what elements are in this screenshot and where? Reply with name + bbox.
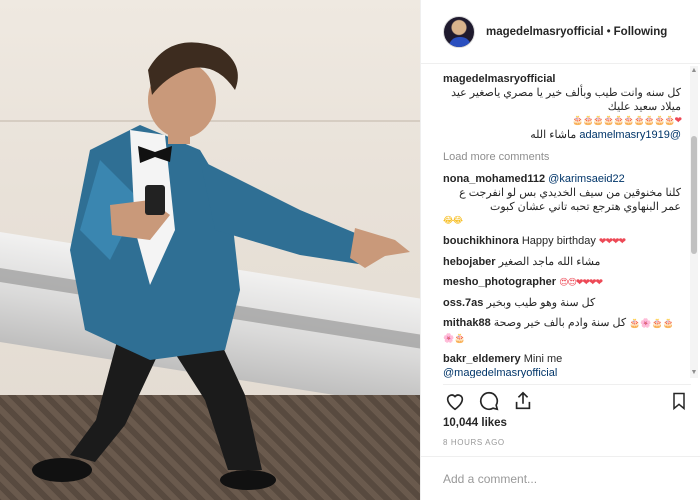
share-icon[interactable] (511, 389, 535, 413)
likes-count[interactable]: 10,044 likes (443, 417, 507, 429)
comments-scrollbar[interactable]: ▲ ▼ (690, 66, 698, 378)
post-header: magedelmasryofficial • Following (421, 0, 700, 64)
comment-emoji: 😂😂 (443, 216, 463, 226)
follow-status-button[interactable]: Following (614, 26, 668, 38)
comment-emoji: 😍😍❤❤❤❤ (559, 278, 603, 288)
comment: bouchikhinora Happy birthday ❤❤❤❤ (443, 234, 681, 249)
load-more-comments-button[interactable]: Load more comments (443, 150, 681, 164)
comment-username[interactable]: oss.7as (443, 297, 483, 309)
caption-emojis: ❤🎂🎂🎂🎂🎂🎂🎂🎂🎂🎂 (572, 116, 682, 126)
scrollbar-thumb[interactable] (691, 136, 697, 254)
comment-username[interactable]: hebojaber (443, 256, 496, 268)
comment: mesho_photographer 😍😍❤❤❤❤ (443, 275, 681, 290)
caption-username[interactable]: magedelmasryofficial (443, 72, 681, 86)
action-bar (443, 384, 691, 412)
caption: magedelmasryofficial كل سنه وانت طيب وبأ… (443, 72, 682, 142)
boy-figure (32, 42, 410, 490)
comment-username[interactable]: mesho_photographer (443, 276, 556, 288)
comment-username[interactable]: bouchikhinora (443, 235, 519, 247)
comment-username[interactable]: bakr_eldemery (443, 353, 521, 365)
comment-text: Mini me (523, 353, 563, 365)
comment-emoji: ❤❤❤❤ (598, 237, 626, 247)
post-timestamp: 8 HOURS AGO (443, 438, 505, 447)
comment: mithak88 كل سنة وادم بالف خير وصحة 🎂🌸🎂🎂🌸… (443, 316, 681, 346)
comment-mention[interactable]: @magedelmasryofficial (443, 366, 681, 378)
header-text: magedelmasryofficial • Following (486, 26, 667, 38)
comment: hebojaber مشاء الله ماجد الصغير (443, 255, 681, 269)
scroll-down-arrow-icon[interactable]: ▼ (690, 368, 698, 378)
post-sidebar: magedelmasryofficial • Following magedelma… (420, 0, 700, 500)
comment-text: كل سنة وادم بالف خير وصحة (493, 317, 627, 329)
comment-username[interactable]: mithak88 (443, 317, 491, 329)
comments-list[interactable]: magedelmasryofficial كل سنه وانت طيب وبأ… (421, 66, 689, 378)
comment-username[interactable]: nona_mohamed112 (443, 173, 545, 185)
bookmark-icon[interactable] (667, 389, 691, 413)
avatar[interactable] (443, 15, 475, 48)
header-separator: • (606, 25, 611, 38)
add-comment-input[interactable] (443, 471, 679, 486)
post-photo[interactable] (0, 0, 420, 500)
caption-text: كل سنه وانت طيب وبألف خير يا مصري ياصغير… (451, 87, 681, 113)
author-username[interactable]: magedelmasryofficial (486, 26, 604, 38)
caption-mention[interactable]: @adamelmasry1919 (579, 129, 681, 141)
comment: oss.7as كل سنة وهو طيب وبخير (443, 296, 681, 310)
comment-mention[interactable]: @karimsaeid22 (548, 173, 625, 185)
comment-text: كل سنة وهو طيب وبخير (486, 297, 596, 309)
heart-outline-icon[interactable] (443, 389, 467, 413)
comment-text: كلنا مخنوقين من سيف الخديدي بس لو انفرجت… (459, 187, 681, 213)
speech-bubble-icon[interactable] (477, 389, 501, 413)
comment-text: مشاء الله ماجد الصغير (498, 256, 601, 268)
scroll-up-arrow-icon[interactable]: ▲ (690, 66, 698, 76)
add-comment-bar (421, 456, 700, 500)
caption-tail: ماشاء الله (530, 129, 577, 141)
comment: bakr_eldemery Mini me @magedelmasryoffic… (443, 352, 681, 378)
comment: nona_mohamed112 @karimsaeid22 كلنا مخنوق… (443, 172, 681, 228)
comment-text: Happy birthday (521, 235, 596, 247)
